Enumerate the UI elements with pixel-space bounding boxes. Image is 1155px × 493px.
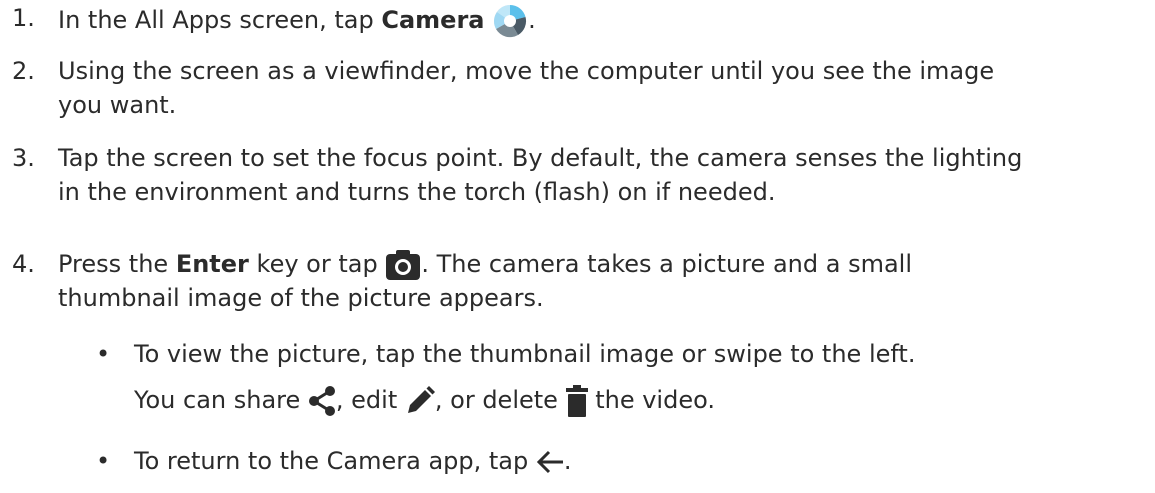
step-text: In the All Apps screen, tap: [58, 6, 382, 34]
step-text: Using the screen as a viewfinder, move t…: [58, 57, 995, 85]
step-text: in the environment and turns the torch (…: [58, 178, 776, 206]
bullet-text: To view the picture, tap the thumbnail i…: [134, 340, 916, 368]
bullet: •: [96, 340, 111, 368]
back-arrow-icon: [536, 450, 564, 474]
step-number: 1.: [12, 4, 35, 32]
bullet: •: [96, 447, 111, 475]
step-text: thumbnail image of the picture appears.: [58, 284, 544, 312]
trash-icon: [565, 385, 588, 417]
share-icon: [308, 386, 336, 416]
ui-term-camera: Camera: [381, 6, 485, 34]
camera-shutter-icon: [385, 249, 421, 281]
step-text: Press the: [58, 250, 176, 278]
step-number: 2.: [12, 57, 35, 85]
bullet-text: To return to the Camera app, tap: [134, 447, 536, 475]
step-text: you want.: [58, 91, 177, 119]
ui-term-enter: Enter: [175, 250, 249, 278]
camera-app-icon: [492, 3, 528, 39]
step-number: 3.: [12, 144, 35, 172]
step-number: 4.: [12, 250, 35, 278]
edit-pencil-icon: [405, 386, 435, 416]
step-text: Tap the screen to set the focus point. B…: [58, 144, 1023, 172]
